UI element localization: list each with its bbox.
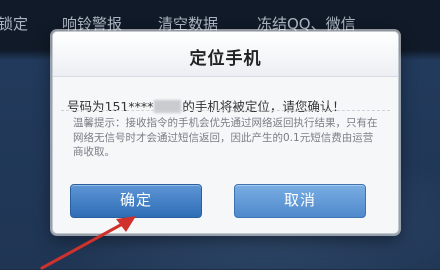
divider bbox=[61, 110, 390, 111]
nav-item-lock[interactable]: 锁定 bbox=[0, 13, 28, 34]
tip-text: 温馨提示：接收指令的手机会优先通过网络返回执行结果，只有在网络无信号时才会通过短… bbox=[73, 117, 378, 158]
message-prefix: 号码为151**** bbox=[67, 99, 154, 114]
confirm-message: 号码为151**** 的手机将被定位，请您确认！ bbox=[67, 96, 345, 115]
dialog-title: 定位手机 bbox=[189, 49, 262, 69]
locate-phone-dialog: 定位手机 号码为151**** 的手机将被定位，请您确认！ 温馨提示：接收指令的手… bbox=[52, 31, 399, 234]
cancel-button[interactable]: 取消 bbox=[234, 184, 366, 218]
message-suffix: 的手机将被定位，请您确认！ bbox=[182, 99, 345, 114]
redacted-number bbox=[154, 100, 182, 113]
dialog-header: 定位手机 bbox=[53, 32, 398, 77]
annotation-arrow-icon bbox=[40, 216, 136, 270]
